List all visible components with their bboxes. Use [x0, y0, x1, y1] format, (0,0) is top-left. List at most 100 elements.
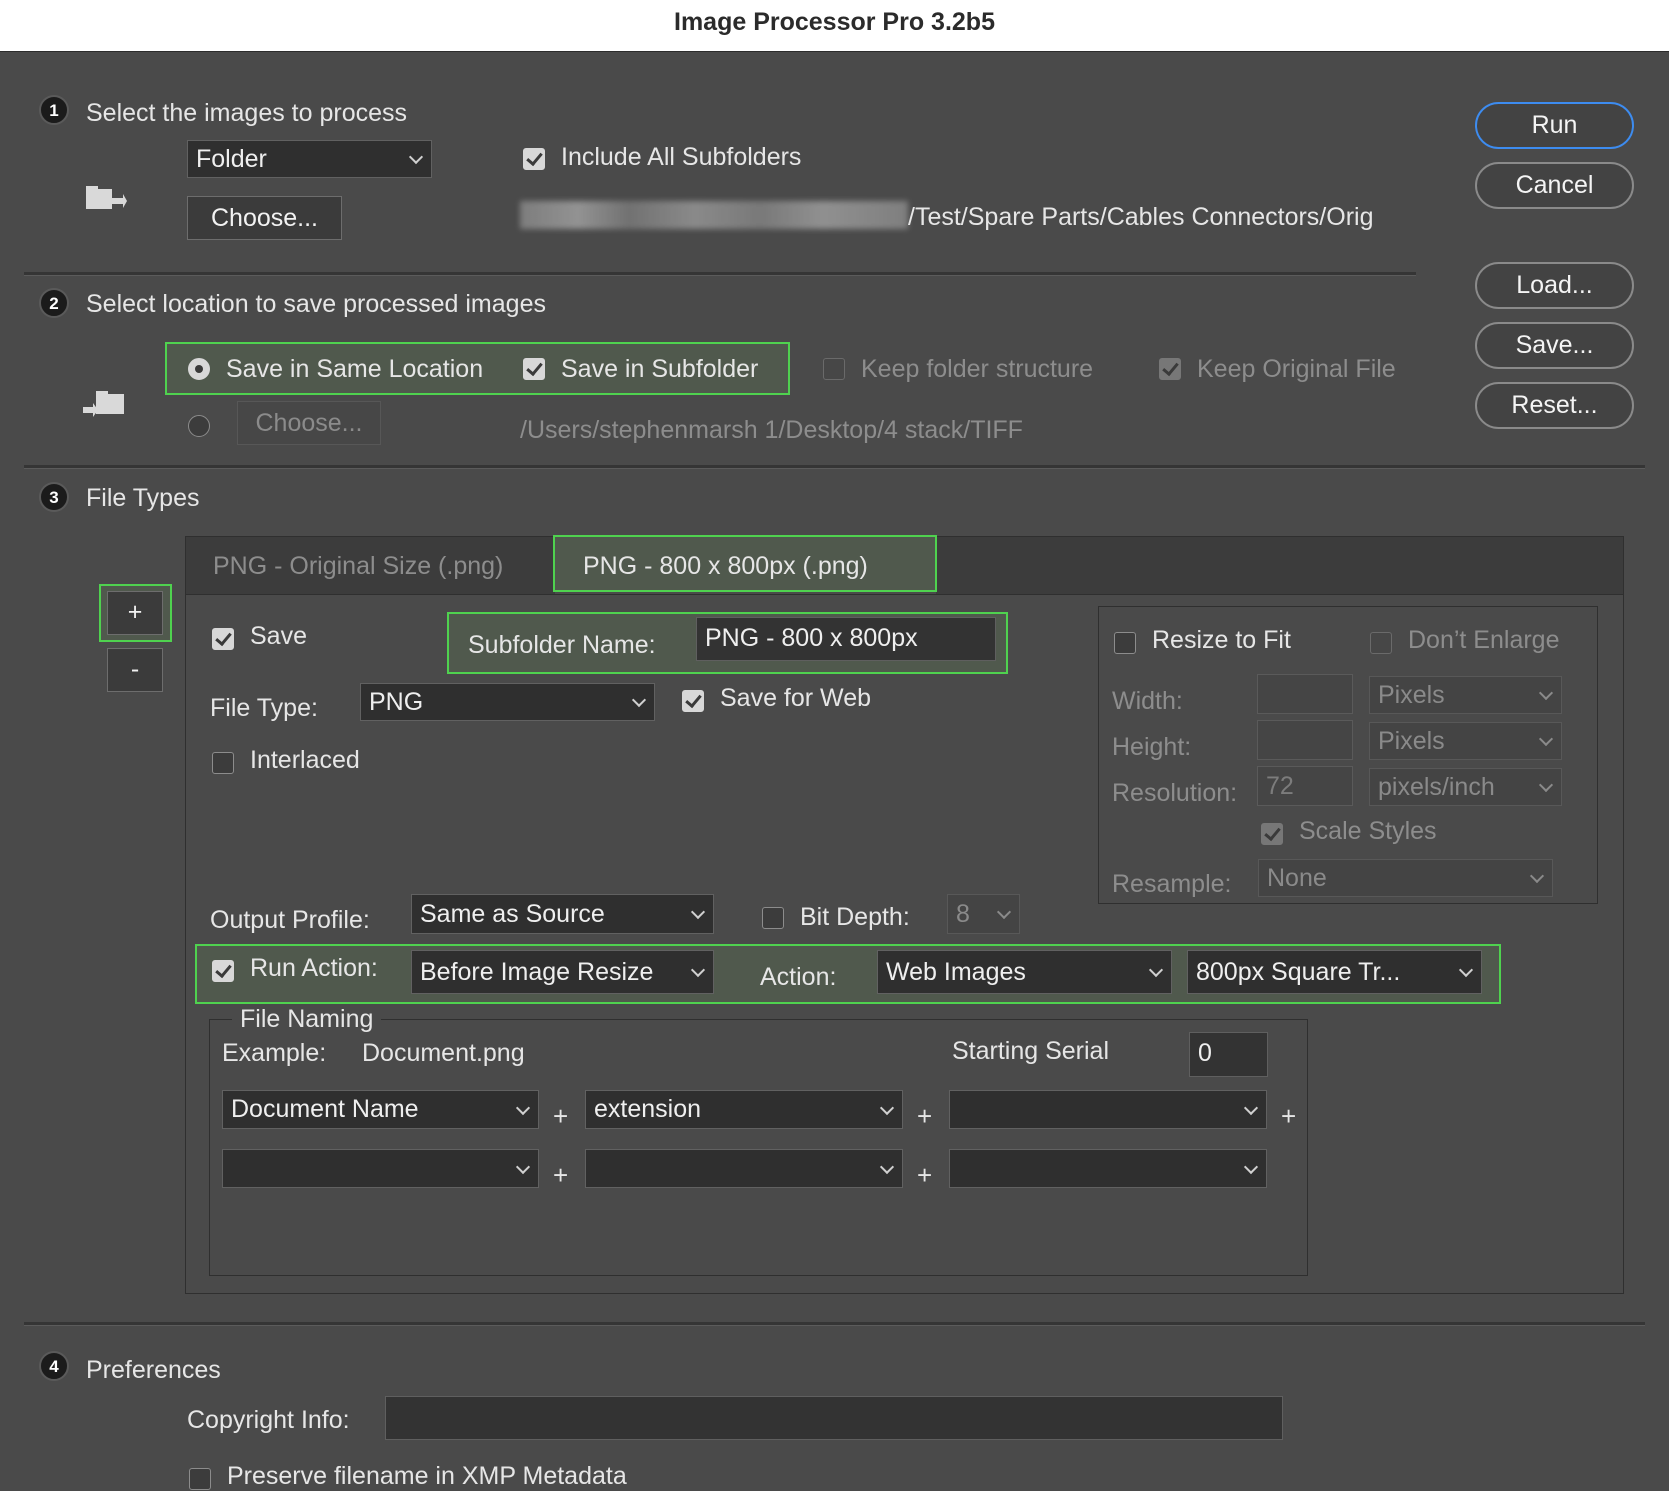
- save-other-location-radio[interactable]: [188, 415, 210, 437]
- chevron-down-icon: [1148, 962, 1164, 978]
- resolution-unit-select[interactable]: pixels/inch: [1369, 768, 1562, 806]
- starting-serial-input[interactable]: 0: [1189, 1032, 1268, 1077]
- resample-select[interactable]: None: [1258, 859, 1553, 897]
- step-1-badge: 1: [39, 95, 69, 125]
- cancel-button[interactable]: Cancel: [1475, 162, 1634, 209]
- height-label: Height:: [1112, 733, 1192, 761]
- file-type-select[interactable]: PNG: [360, 683, 655, 721]
- load-settings-button[interactable]: Load...: [1475, 262, 1634, 309]
- window-title: Image Processor Pro 3.2b5: [674, 8, 995, 36]
- example-value: Document.png: [362, 1039, 525, 1067]
- keep-folder-structure-checkbox[interactable]: [823, 358, 845, 380]
- chevron-down-icon: [879, 1100, 895, 1115]
- chevron-down-icon: [1243, 1159, 1259, 1174]
- action-label: Action:: [760, 963, 837, 991]
- section3-heading: File Types: [86, 484, 200, 512]
- include-subfolders-checkbox[interactable]: [523, 148, 545, 170]
- bit-depth-select[interactable]: 8: [947, 894, 1020, 934]
- dont-enlarge-checkbox[interactable]: [1370, 632, 1392, 654]
- run-action-label: Run Action:: [250, 954, 378, 982]
- example-label: Example:: [222, 1039, 327, 1067]
- section4-heading: Preferences: [86, 1356, 221, 1384]
- chevron-down-icon: [631, 692, 647, 708]
- scale-styles-label: Scale Styles: [1299, 817, 1437, 845]
- width-label: Width:: [1112, 687, 1183, 715]
- chevron-down-icon: [996, 904, 1012, 920]
- copyright-input[interactable]: [385, 1396, 1283, 1440]
- preserve-filename-checkbox[interactable]: [189, 1468, 211, 1490]
- divider: [24, 272, 1416, 276]
- plus-separator: +: [553, 1101, 569, 1131]
- width-input[interactable]: [1257, 674, 1353, 714]
- file-naming-title: File Naming: [232, 1005, 382, 1034]
- dont-enlarge-label: Don’t Enlarge: [1408, 626, 1560, 654]
- interlaced-checkbox[interactable]: [212, 752, 234, 774]
- output-profile-value: Same as Source: [420, 900, 605, 928]
- naming-field-6[interactable]: [949, 1149, 1267, 1188]
- resolution-input[interactable]: 72: [1257, 766, 1353, 806]
- add-file-type-button[interactable]: +: [107, 591, 163, 635]
- bit-depth-value: 8: [956, 900, 970, 928]
- keep-original-file-checkbox[interactable]: [1159, 358, 1181, 380]
- output-profile-select[interactable]: Same as Source: [411, 894, 714, 934]
- file-type-label: File Type:: [210, 694, 318, 722]
- save-same-location-radio[interactable]: [188, 358, 210, 380]
- width-unit-select[interactable]: Pixels: [1369, 676, 1562, 714]
- plus-separator: +: [1281, 1101, 1297, 1131]
- chevron-down-icon: [515, 1159, 531, 1174]
- choose-destination-button[interactable]: Choose...: [237, 401, 381, 445]
- bit-depth-label: Bit Depth:: [800, 903, 910, 931]
- resolution-unit-value: pixels/inch: [1378, 773, 1495, 801]
- chevron-down-icon: [1529, 868, 1545, 884]
- chevron-down-icon: [1243, 1100, 1259, 1115]
- chevron-down-icon: [1538, 685, 1554, 701]
- step-3-badge: 3: [39, 482, 69, 512]
- save-same-location-label: Save in Same Location: [226, 355, 484, 383]
- scale-styles-checkbox[interactable]: [1261, 823, 1283, 845]
- naming-field-3[interactable]: [949, 1090, 1267, 1129]
- save-type-checkbox[interactable]: [212, 628, 234, 650]
- destination-path: /Users/stephenmarsh 1/Desktop/4 stack/TI…: [520, 416, 1023, 444]
- naming-field-1[interactable]: Document Name: [222, 1090, 539, 1129]
- choose-source-button[interactable]: Choose...: [187, 196, 342, 240]
- resample-label: Resample:: [1112, 870, 1232, 898]
- open-folder-icon: [85, 185, 127, 215]
- save-in-subfolder-checkbox[interactable]: [523, 358, 545, 380]
- chevron-down-icon: [515, 1100, 531, 1115]
- height-input[interactable]: [1257, 720, 1353, 760]
- action-name-select[interactable]: 800px Square Tr...: [1187, 950, 1482, 994]
- source-path: /Test/Spare Parts/Cables Connectors/Orig: [908, 203, 1374, 231]
- save-for-web-label: Save for Web: [720, 684, 872, 712]
- plus-separator: +: [917, 1160, 933, 1190]
- tab-png-original[interactable]: PNG - Original Size (.png): [213, 552, 503, 581]
- tab-png-800[interactable]: PNG - 800 x 800px (.png): [583, 552, 868, 581]
- chevron-down-icon: [1538, 777, 1554, 793]
- run-action-timing-select[interactable]: Before Image Resize: [411, 950, 714, 994]
- naming-field-4[interactable]: [222, 1149, 539, 1188]
- run-button[interactable]: Run: [1475, 102, 1634, 149]
- save-in-subfolder-label: Save in Subfolder: [561, 355, 759, 383]
- bit-depth-checkbox[interactable]: [762, 907, 784, 929]
- height-unit-select[interactable]: Pixels: [1369, 722, 1562, 760]
- dialog-body: Run Cancel Load... Save... Reset... 1 Se…: [0, 52, 1669, 1490]
- save-settings-button[interactable]: Save...: [1475, 322, 1634, 369]
- window-title-bar: Image Processor Pro 3.2b5: [0, 0, 1669, 52]
- keep-original-file-label: Keep Original File: [1197, 355, 1396, 383]
- naming-field-2[interactable]: extension: [585, 1090, 903, 1129]
- source-select[interactable]: Folder: [187, 140, 432, 178]
- plus-separator: +: [553, 1160, 569, 1190]
- action-name-value: 800px Square Tr...: [1196, 958, 1401, 986]
- naming-field-5[interactable]: [585, 1149, 903, 1188]
- chevron-down-icon: [408, 149, 424, 165]
- save-type-label: Save: [250, 622, 307, 650]
- action-set-select[interactable]: Web Images: [877, 950, 1172, 994]
- save-for-web-checkbox[interactable]: [682, 690, 704, 712]
- output-profile-label: Output Profile:: [210, 906, 370, 934]
- run-action-checkbox[interactable]: [212, 960, 234, 982]
- subfolder-name-input[interactable]: PNG - 800 x 800px: [696, 617, 996, 661]
- naming-field-1-value: Document Name: [231, 1095, 419, 1123]
- remove-file-type-button[interactable]: -: [107, 648, 163, 692]
- resize-to-fit-checkbox[interactable]: [1114, 632, 1136, 654]
- source-select-value: Folder: [196, 145, 267, 173]
- reset-settings-button[interactable]: Reset...: [1475, 382, 1634, 429]
